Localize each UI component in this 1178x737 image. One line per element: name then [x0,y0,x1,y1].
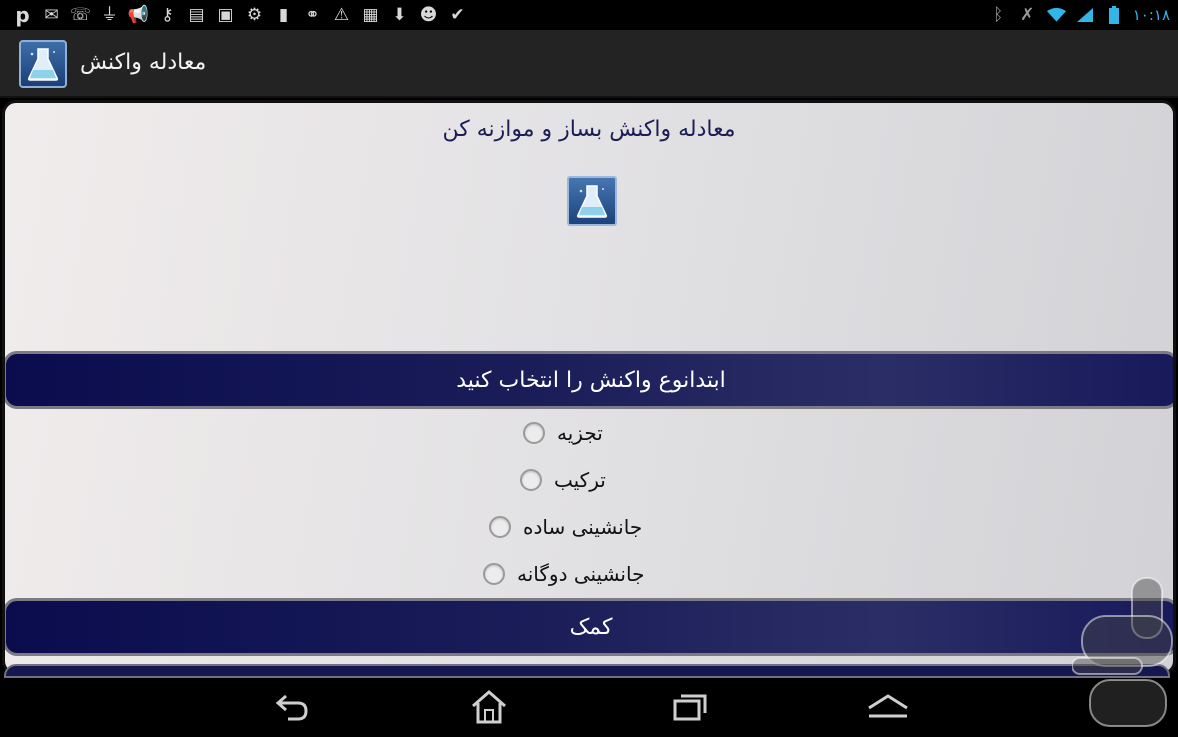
usb-icon: ⏚ [101,4,118,25]
option-synthesis[interactable]: ترکیب [520,468,606,492]
back-icon[interactable] [272,688,312,726]
option-label: جانشینی ساده [523,515,643,539]
mail-icon: ✉ [44,4,59,25]
flask-icon [567,176,617,226]
mute-icon: ✗ [1020,4,1035,25]
clipboard-icon: ✔ [450,4,465,25]
option-single-replacement[interactable]: جانشینی ساده [489,515,642,539]
option-label: تجزیه [557,421,603,445]
radio-button[interactable] [489,516,511,538]
android-debug-icon: ⚙ [246,4,263,25]
option-label: ترکیب [554,468,606,492]
action-bar: معادله واکنش [0,30,1178,98]
sd-card-icon: ▮ [278,4,289,25]
notification-icons: p ✉ ☏ ⏚ 📢 ⚷ ▤ ▣ ⚙ ▮ ⚭ ⚠ ▦ ⬇ ☻ ✔ [12,3,468,27]
watermark-logo [1071,576,1178,728]
image-icon: ▣ [217,4,234,25]
status-bar: p ✉ ☏ ⏚ 📢 ⚷ ▤ ▣ ⚙ ▮ ⚭ ⚠ ▦ ⬇ ☻ ✔ ᛒ ✗ ۱۰:۱… [0,0,1178,30]
flask-icon[interactable] [19,40,67,88]
bluetooth-icon: ᛒ [993,4,1004,25]
section-header: ابتدانوع واکنش را انتخاب کنید [5,351,1173,409]
battery-icon [1104,5,1125,25]
menu-up-icon[interactable] [866,688,910,726]
navigation-bar [0,678,1178,737]
home-icon[interactable] [469,688,509,726]
signal-icon [1075,5,1096,25]
clock: ۱۰:۱۸ [1132,6,1170,24]
next-button-partial[interactable] [4,664,1170,678]
option-decomposition[interactable]: تجزیه [523,421,603,445]
warning-icon: ⚠ [333,4,350,25]
recents-icon[interactable] [670,688,710,726]
key-icon: ⚷ [161,4,174,25]
radio-button[interactable] [483,563,505,585]
radio-button[interactable] [520,469,542,491]
wifi-icon [1046,5,1067,25]
radio-button[interactable] [523,422,545,444]
main-panel: معادله واکنش بساز و موازنه کن ابتدانوع و… [2,100,1176,675]
message-icon: ▤ [188,4,205,25]
system-status: ᛒ ✗ ۱۰:۱۸ [988,3,1170,27]
megaphone-icon: 📢 [127,4,150,25]
option-label: جانشینی دوگانه [517,562,645,586]
page-title: معادله واکنش بساز و موازنه کن [442,117,736,142]
android-icon: ☻ [419,4,438,25]
store-icon: ▦ [362,4,379,25]
app-title: معادله واکنش [80,50,207,75]
download-icon: ⬇ [392,4,407,25]
pinterest-icon: p [15,3,30,27]
help-button[interactable]: کمک [5,598,1173,656]
link-icon: ⚭ [305,4,320,25]
content-area: معادله واکنش بساز و موازنه کن ابتدانوع و… [0,100,1178,678]
option-double-replacement[interactable]: جانشینی دوگانه [483,562,644,586]
chat-icon: ☏ [69,4,92,25]
